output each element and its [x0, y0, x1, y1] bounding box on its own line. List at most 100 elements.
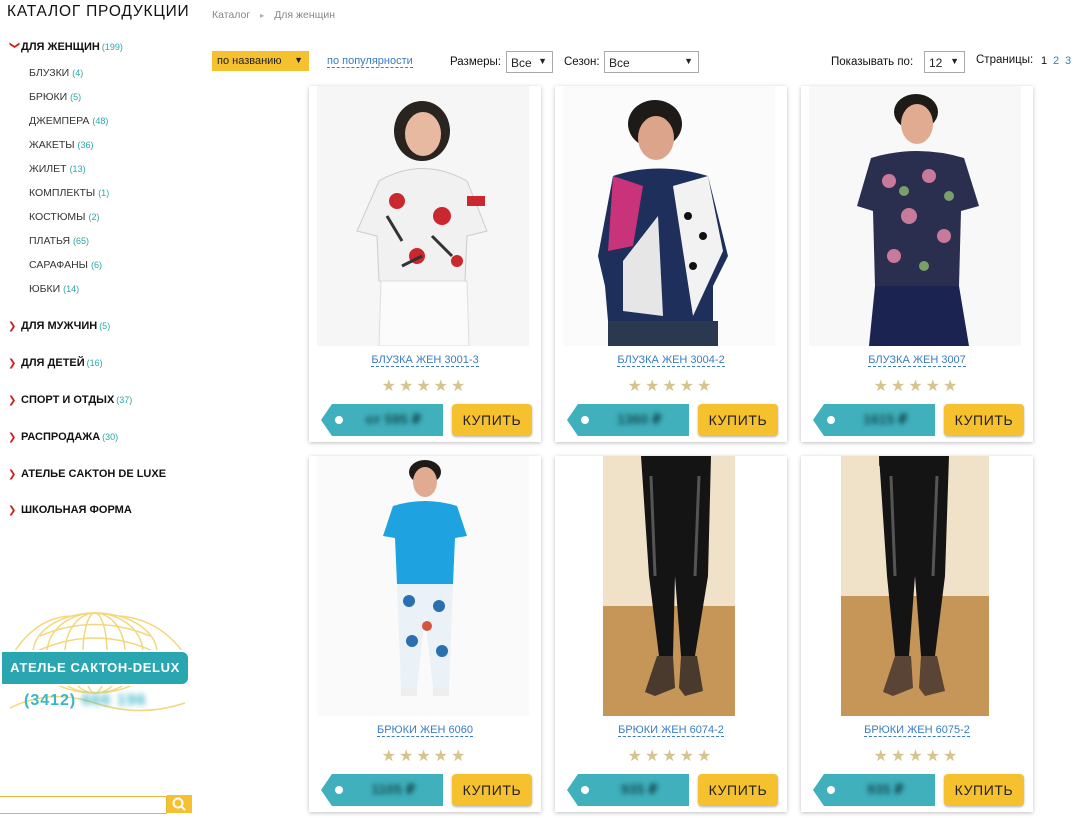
- breadcrumb-separator-icon: ▸: [260, 11, 265, 20]
- search-input[interactable]: [0, 796, 167, 814]
- product-name: БЛУЗКА ЖЕН 3004-2: [617, 354, 725, 367]
- product-image[interactable]: [809, 86, 1021, 346]
- rating-stars-icon[interactable]: ★★★★★: [555, 376, 787, 396]
- product-image[interactable]: [563, 86, 775, 346]
- buy-button[interactable]: КУПИТЬ: [698, 774, 778, 806]
- atelier-label[interactable]: АТЕЛЬЕ САКТОН-DELUX: [0, 650, 190, 686]
- rating-stars-icon[interactable]: ★★★★★: [309, 746, 541, 766]
- product-name-link[interactable]: БРЮКИ ЖЕН 6060: [309, 724, 541, 737]
- product-photo-blouse: [317, 86, 529, 346]
- subcategory-trousers[interactable]: БРЮКИ (5): [29, 91, 81, 103]
- subcategory-label: КОСТЮМЫ: [29, 211, 86, 223]
- chevron-right-icon: ❯: [8, 358, 17, 369]
- product-image[interactable]: [563, 456, 775, 716]
- product-photo-blouse: [809, 86, 1021, 346]
- subcategory-label: БЛУЗКИ: [29, 67, 70, 79]
- price-tag-hole-icon: [827, 786, 835, 794]
- subcategory-sets[interactable]: КОМПЛЕКТЫ (1): [29, 187, 109, 199]
- chevron-right-icon: ❯: [8, 432, 17, 443]
- sizes-label: Размеры:: [450, 56, 501, 68]
- product-name-link[interactable]: БЛУЗКА ЖЕН 3001-3: [309, 354, 541, 367]
- subcategory-vest[interactable]: ЖИЛЕТ (13): [29, 163, 86, 175]
- rating-stars-icon[interactable]: ★★★★★: [555, 746, 787, 766]
- category-label: ДЛЯ ЖЕНЩИН: [21, 41, 100, 53]
- product-card[interactable]: БРЮКИ ЖЕН 6075-2 ★★★★★ 935 ₽ КУПИТЬ: [801, 456, 1033, 812]
- price-tag: от 595 ₽: [321, 404, 443, 436]
- product-name-link[interactable]: БРЮКИ ЖЕН 6074-2: [555, 724, 787, 737]
- breadcrumb-women[interactable]: Для женщин: [274, 9, 335, 21]
- category-label: ШКОЛЬНАЯ ФОРМА: [21, 504, 132, 516]
- sort-by-popularity-link[interactable]: по популярности: [327, 55, 413, 68]
- category-count: (199): [101, 42, 123, 52]
- buy-button[interactable]: КУПИТЬ: [452, 774, 532, 806]
- buy-button[interactable]: КУПИТЬ: [944, 404, 1024, 436]
- rating-stars-icon[interactable]: ★★★★★: [309, 376, 541, 396]
- product-image[interactable]: [317, 456, 529, 716]
- product-name-link[interactable]: БЛУЗКА ЖЕН 3007: [801, 354, 1033, 367]
- product-image[interactable]: [809, 456, 1021, 716]
- price-value: 935 ₽: [621, 781, 658, 797]
- breadcrumb-catalog[interactable]: Каталог: [212, 9, 250, 21]
- subcategory-count: (65): [73, 236, 90, 246]
- price-tag-hole-icon: [335, 416, 343, 424]
- subcategory-sundresses[interactable]: САРАФАНЫ (6): [29, 259, 102, 271]
- sidebar: КАТАЛОГ ПРОДУКЦИИ ❯ДЛЯ ЖЕНЩИН (199) БЛУЗК…: [0, 0, 200, 814]
- subcategory-jumpers[interactable]: ДЖЕМПЕРА (48): [29, 115, 108, 127]
- rating-stars-icon[interactable]: ★★★★★: [801, 746, 1033, 766]
- sort-by-name-button[interactable]: по названию ▼: [212, 51, 309, 71]
- category-sport[interactable]: ❯ СПОРТ И ОТДЫХ (37): [8, 394, 132, 406]
- subcategory-jackets[interactable]: ЖАКЕТЫ (36): [29, 139, 94, 151]
- sort-by-name-label: по названию: [217, 55, 282, 67]
- category-school[interactable]: ❯ ШКОЛЬНАЯ ФОРМА: [8, 504, 132, 516]
- search-button[interactable]: [167, 795, 192, 813]
- price-value: 935 ₽: [867, 781, 904, 797]
- product-card[interactable]: БЛУЗКА ЖЕН 3007 ★★★★★ 1615 ₽ КУПИТЬ: [801, 86, 1033, 442]
- rating-stars-icon[interactable]: ★★★★★: [801, 376, 1033, 396]
- category-kids[interactable]: ❯ ДЛЯ ДЕТЕЙ (16): [8, 357, 103, 369]
- price-value: 1615 ₽: [863, 411, 908, 427]
- category-women[interactable]: ❯ДЛЯ ЖЕНЩИН (199): [8, 41, 123, 53]
- subcategory-count: (13): [69, 164, 86, 174]
- buy-button[interactable]: КУПИТЬ: [452, 404, 532, 436]
- subcategory-suits[interactable]: КОСТЮМЫ (2): [29, 211, 99, 223]
- product-name: БРЮКИ ЖЕН 6074-2: [618, 724, 724, 737]
- category-sale[interactable]: ❯ РАСПРОДАЖА (30): [8, 431, 118, 443]
- buy-button[interactable]: КУПИТЬ: [944, 774, 1024, 806]
- product-image[interactable]: [317, 86, 529, 346]
- product-photo-leggings: [563, 456, 775, 716]
- product-name: БЛУЗКА ЖЕН 3007: [868, 354, 966, 367]
- product-name-link[interactable]: БРЮКИ ЖЕН 6075-2: [801, 724, 1033, 737]
- subcategory-blouses[interactable]: БЛУЗКИ (4): [29, 67, 83, 79]
- sizes-select[interactable]: Все ▼: [506, 51, 553, 73]
- subcategory-skirts[interactable]: ЮБКИ (14): [29, 283, 79, 295]
- product-name: БРЮКИ ЖЕН 6060: [376, 724, 473, 737]
- product-card[interactable]: БЛУЗКА ЖЕН 3001-3 ★★★★★ от 595 ₽ КУПИТЬ: [309, 86, 541, 442]
- category-men[interactable]: ❯ ДЛЯ МУЖЧИН (5): [8, 320, 110, 332]
- season-select[interactable]: Все ▼: [604, 51, 699, 73]
- page-2-link[interactable]: 2: [1053, 55, 1059, 67]
- show-per-page-select[interactable]: 12 ▼: [924, 51, 965, 73]
- product-card[interactable]: БРЮКИ ЖЕН 6060 ★★★★★ 1105 ₽ КУПИТЬ: [309, 456, 541, 812]
- product-name-link[interactable]: БЛУЗКА ЖЕН 3004-2: [555, 354, 787, 367]
- category-count: (16): [86, 358, 103, 368]
- subcategory-label: БРЮКИ: [29, 91, 68, 103]
- triangle-down-icon: ▼: [684, 56, 693, 66]
- subcategory-label: ДЖЕМПЕРА: [29, 115, 90, 127]
- category-count: (5): [99, 321, 111, 331]
- product-name: БЛУЗКА ЖЕН 3001-3: [371, 354, 479, 367]
- atelier-phone: (3412) 666 196: [24, 692, 147, 710]
- product-card[interactable]: БРЮКИ ЖЕН 6074-2 ★★★★★ 935 ₽ КУПИТЬ: [555, 456, 787, 812]
- product-name: БРЮКИ ЖЕН 6075-2: [864, 724, 970, 737]
- price-tag-hole-icon: [581, 786, 589, 794]
- price-tag: 1360 ₽: [567, 404, 689, 436]
- category-atelier[interactable]: ❯ АТЕЛЬЕ CAKTOH DE LUXE: [8, 468, 166, 480]
- triangle-down-icon: ▼: [538, 56, 547, 66]
- page-1-link[interactable]: 1: [1041, 55, 1047, 67]
- price-value: 1360 ₽: [617, 411, 662, 427]
- search-icon: [172, 797, 186, 811]
- product-card[interactable]: БЛУЗКА ЖЕН 3004-2 ★★★★★ 1360 ₽ КУПИТЬ: [555, 86, 787, 442]
- subcategory-dresses[interactable]: ПЛАТЬЯ (65): [29, 235, 89, 247]
- buy-button[interactable]: КУПИТЬ: [698, 404, 778, 436]
- category-label: ДЛЯ ДЕТЕЙ: [21, 357, 85, 369]
- page-3-link[interactable]: 3: [1065, 55, 1071, 67]
